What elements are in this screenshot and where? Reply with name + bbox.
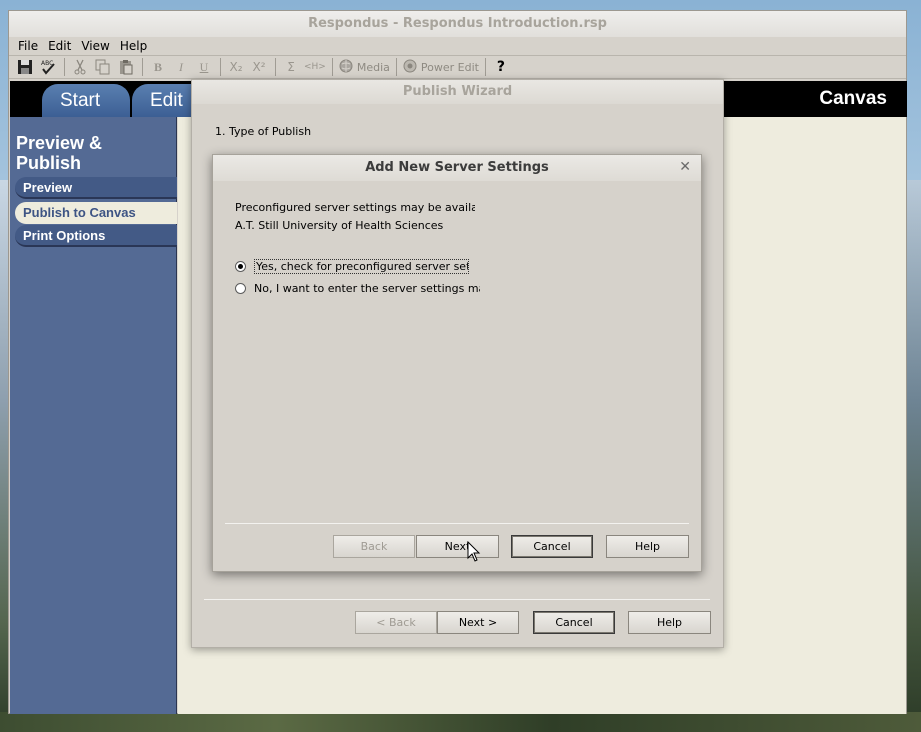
toolbar-separator (142, 58, 143, 76)
desktop-background-bottom (0, 712, 921, 732)
power-edit-icon (402, 58, 418, 77)
dialog-title: Add New Server Settings ✕ (213, 155, 701, 181)
dialog-message-line1: Preconfigured server settings may be ava… (235, 201, 475, 214)
add-server-dialog: Add New Server Settings ✕ Preconfigured … (212, 154, 702, 572)
toolbar-separator (64, 58, 65, 76)
power-edit-button[interactable]: Power Edit (402, 57, 479, 77)
sidebar-item-preview[interactable]: Preview (15, 177, 177, 199)
option-no[interactable]: No, I want to enter the server settings … (235, 282, 480, 295)
sidebar-title: Preview & Publish (16, 133, 103, 173)
italic-icon[interactable]: I (171, 57, 191, 77)
dialog-back-button[interactable]: Back (333, 535, 415, 558)
media-icon (338, 58, 354, 77)
sidebar: Preview & Publish Preview Publish to Can… (10, 117, 177, 714)
wizard-cancel-button[interactable]: Cancel (533, 611, 615, 634)
radio-no[interactable] (235, 283, 246, 294)
dialog-next-button[interactable]: Next (416, 535, 499, 558)
wizard-help-button[interactable]: Help (628, 611, 711, 634)
tab-start[interactable]: Start (42, 84, 130, 117)
menu-help[interactable]: Help (115, 37, 152, 55)
dialog-cancel-button[interactable]: Cancel (511, 535, 593, 558)
toolbar: ABC B I U X₂ X² Σ <H> Media Power Edit ? (9, 55, 906, 79)
toolbar-separator (220, 58, 221, 76)
spellcheck-icon[interactable]: ABC (38, 57, 58, 77)
toolbar-separator (395, 58, 397, 76)
option-no-label: No, I want to enter the server settings … (254, 282, 480, 295)
wizard-next-button[interactable]: Next > (437, 611, 519, 634)
bold-icon[interactable]: B (148, 57, 168, 77)
save-icon[interactable] (15, 57, 35, 77)
wizard-back-button[interactable]: < Back (355, 611, 437, 634)
toolbar-separator (275, 58, 276, 76)
cut-icon[interactable] (70, 57, 90, 77)
media-button[interactable]: Media (338, 57, 390, 77)
lms-name: Canvas (819, 88, 887, 109)
menu-file[interactable]: File (13, 37, 43, 55)
toolbar-separator (484, 58, 486, 76)
dialog-help-button[interactable]: Help (606, 535, 689, 558)
menu-edit[interactable]: Edit (43, 37, 76, 55)
sidebar-item-print-options[interactable]: Print Options (15, 225, 177, 247)
sidebar-item-publish[interactable]: Publish to Canvas (15, 202, 177, 224)
dialog-title-text: Add New Server Settings (365, 160, 549, 175)
option-yes[interactable]: Yes, check for preconfigured server sett… (235, 259, 469, 274)
wizard-step-label: 1. Type of Publish (215, 125, 312, 138)
dialog-message-line2: A.T. Still University of Health Sciences (235, 219, 444, 232)
menu-view[interactable]: View (76, 37, 114, 55)
copy-icon[interactable] (93, 57, 113, 77)
equation-icon[interactable]: Σ (281, 57, 301, 77)
superscript-icon[interactable]: X² (249, 57, 269, 77)
toolbar-separator (331, 58, 333, 76)
help-icon[interactable]: ? (491, 57, 511, 77)
close-icon[interactable]: ✕ (679, 155, 691, 179)
subscript-icon[interactable]: X₂ (226, 57, 246, 77)
paste-icon[interactable] (116, 57, 136, 77)
menu-bar: File Edit View Help (9, 37, 906, 55)
mouse-cursor-icon (467, 541, 481, 562)
underline-icon[interactable]: U (194, 57, 214, 77)
power-edit-label: Power Edit (420, 60, 479, 74)
desktop-background-right (907, 180, 921, 732)
radio-yes[interactable] (235, 261, 246, 272)
wizard-title: Publish Wizard (192, 80, 723, 104)
option-yes-label: Yes, check for preconfigured server sett… (254, 259, 469, 274)
window-title: Respondus - Respondus Introduction.rsp (9, 11, 906, 37)
dialog-separator (225, 523, 689, 524)
wizard-separator (204, 599, 710, 600)
html-icon[interactable]: <H> (304, 57, 326, 77)
media-label: Media (356, 60, 390, 74)
